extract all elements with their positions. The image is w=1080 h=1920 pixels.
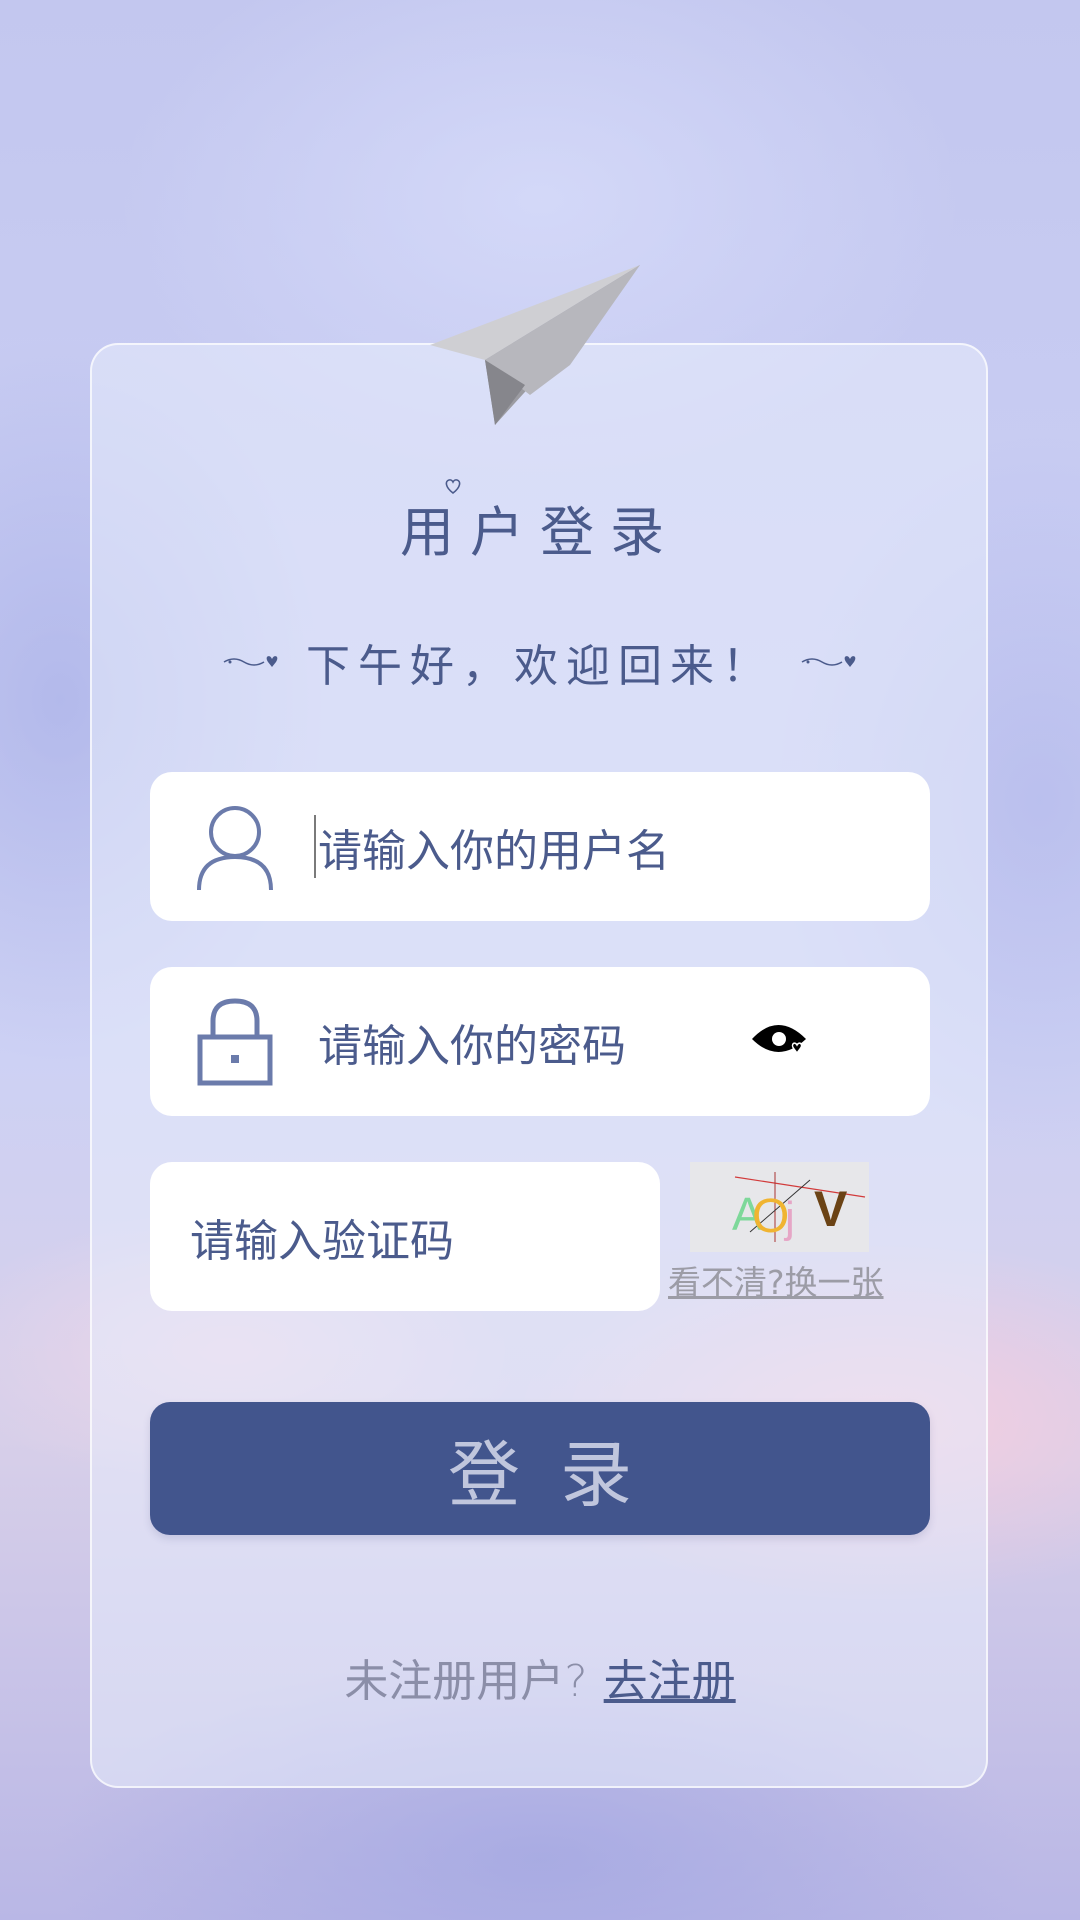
captcha-input[interactable]: 请输入验证码 — [190, 1205, 454, 1269]
captcha-char: O — [752, 1190, 789, 1243]
lock-icon — [197, 998, 273, 1086]
page-title: 用户登录 — [400, 501, 680, 564]
login-button[interactable]: 登录 — [150, 1402, 930, 1535]
password-field[interactable]: 请输入你的密码 — [150, 967, 930, 1116]
username-field[interactable]: 请输入你的用户名 — [150, 772, 930, 921]
paper-plane-icon — [430, 265, 640, 425]
refresh-captcha-link[interactable]: 看不清?换一张 — [668, 1256, 884, 1304]
swirl-decoration-icon — [223, 656, 278, 667]
captcha-field[interactable]: 请输入验证码 — [150, 1162, 660, 1311]
greeting-text: 下午好，欢迎回来！ — [306, 641, 774, 692]
captcha-char: j — [783, 1193, 795, 1242]
username-input[interactable]: 请输入你的用户名 — [318, 815, 670, 879]
heart-icon — [445, 479, 461, 495]
eye-icon[interactable] — [750, 1017, 810, 1065]
password-input[interactable]: 请输入你的密码 — [318, 1010, 626, 1074]
greeting-row: 下午好，欢迎回来！ — [0, 630, 1080, 694]
register-row: 未注册用户? 去注册 — [0, 1645, 1080, 1709]
text-cursor — [314, 815, 316, 878]
register-link[interactable]: 去注册 — [604, 1656, 736, 1707]
captcha-image[interactable]: A O j V — [690, 1162, 869, 1252]
swirl-decoration-icon — [801, 656, 856, 667]
user-icon — [197, 806, 273, 891]
captcha-char: V — [814, 1181, 848, 1237]
no-account-text: 未注册用户? — [344, 1656, 588, 1707]
